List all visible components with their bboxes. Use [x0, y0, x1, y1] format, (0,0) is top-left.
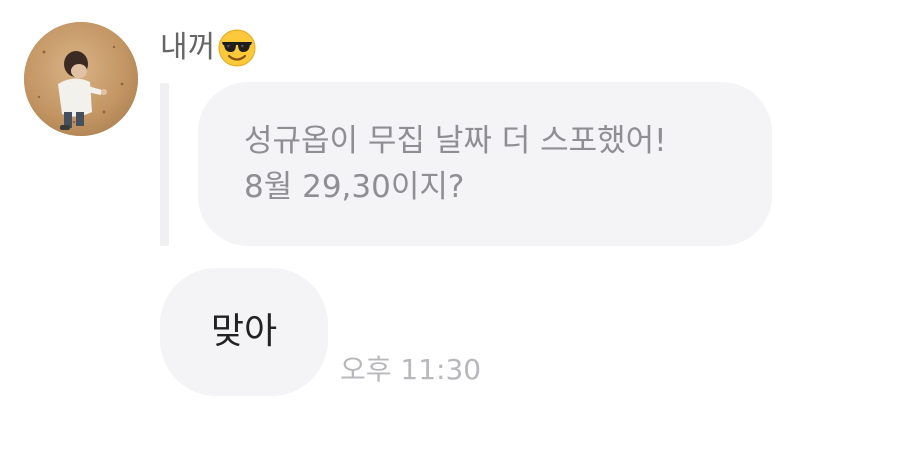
message-text: 맞아	[210, 311, 278, 352]
sender-avatar[interactable]	[24, 22, 138, 136]
quoted-message-line-1: 성규옵이 무집 날짜 더 스포했어!	[244, 123, 667, 159]
quoted-message-line-2: 8월 29,30이지?	[244, 169, 465, 205]
profile-photo-icon	[24, 22, 138, 136]
reply-indicator-bar	[160, 83, 169, 246]
sunglasses-emoji-icon	[217, 28, 257, 68]
message-bubble[interactable]: 맞아	[160, 268, 328, 396]
sender-name[interactable]: 내꺼	[160, 33, 215, 63]
message-timestamp: 오후 11:30	[340, 353, 482, 386]
quoted-message-bubble[interactable]: 성규옵이 무집 날짜 더 스포했어! 8월 29,30이지?	[198, 82, 772, 246]
sender-header: 내꺼	[160, 26, 257, 70]
